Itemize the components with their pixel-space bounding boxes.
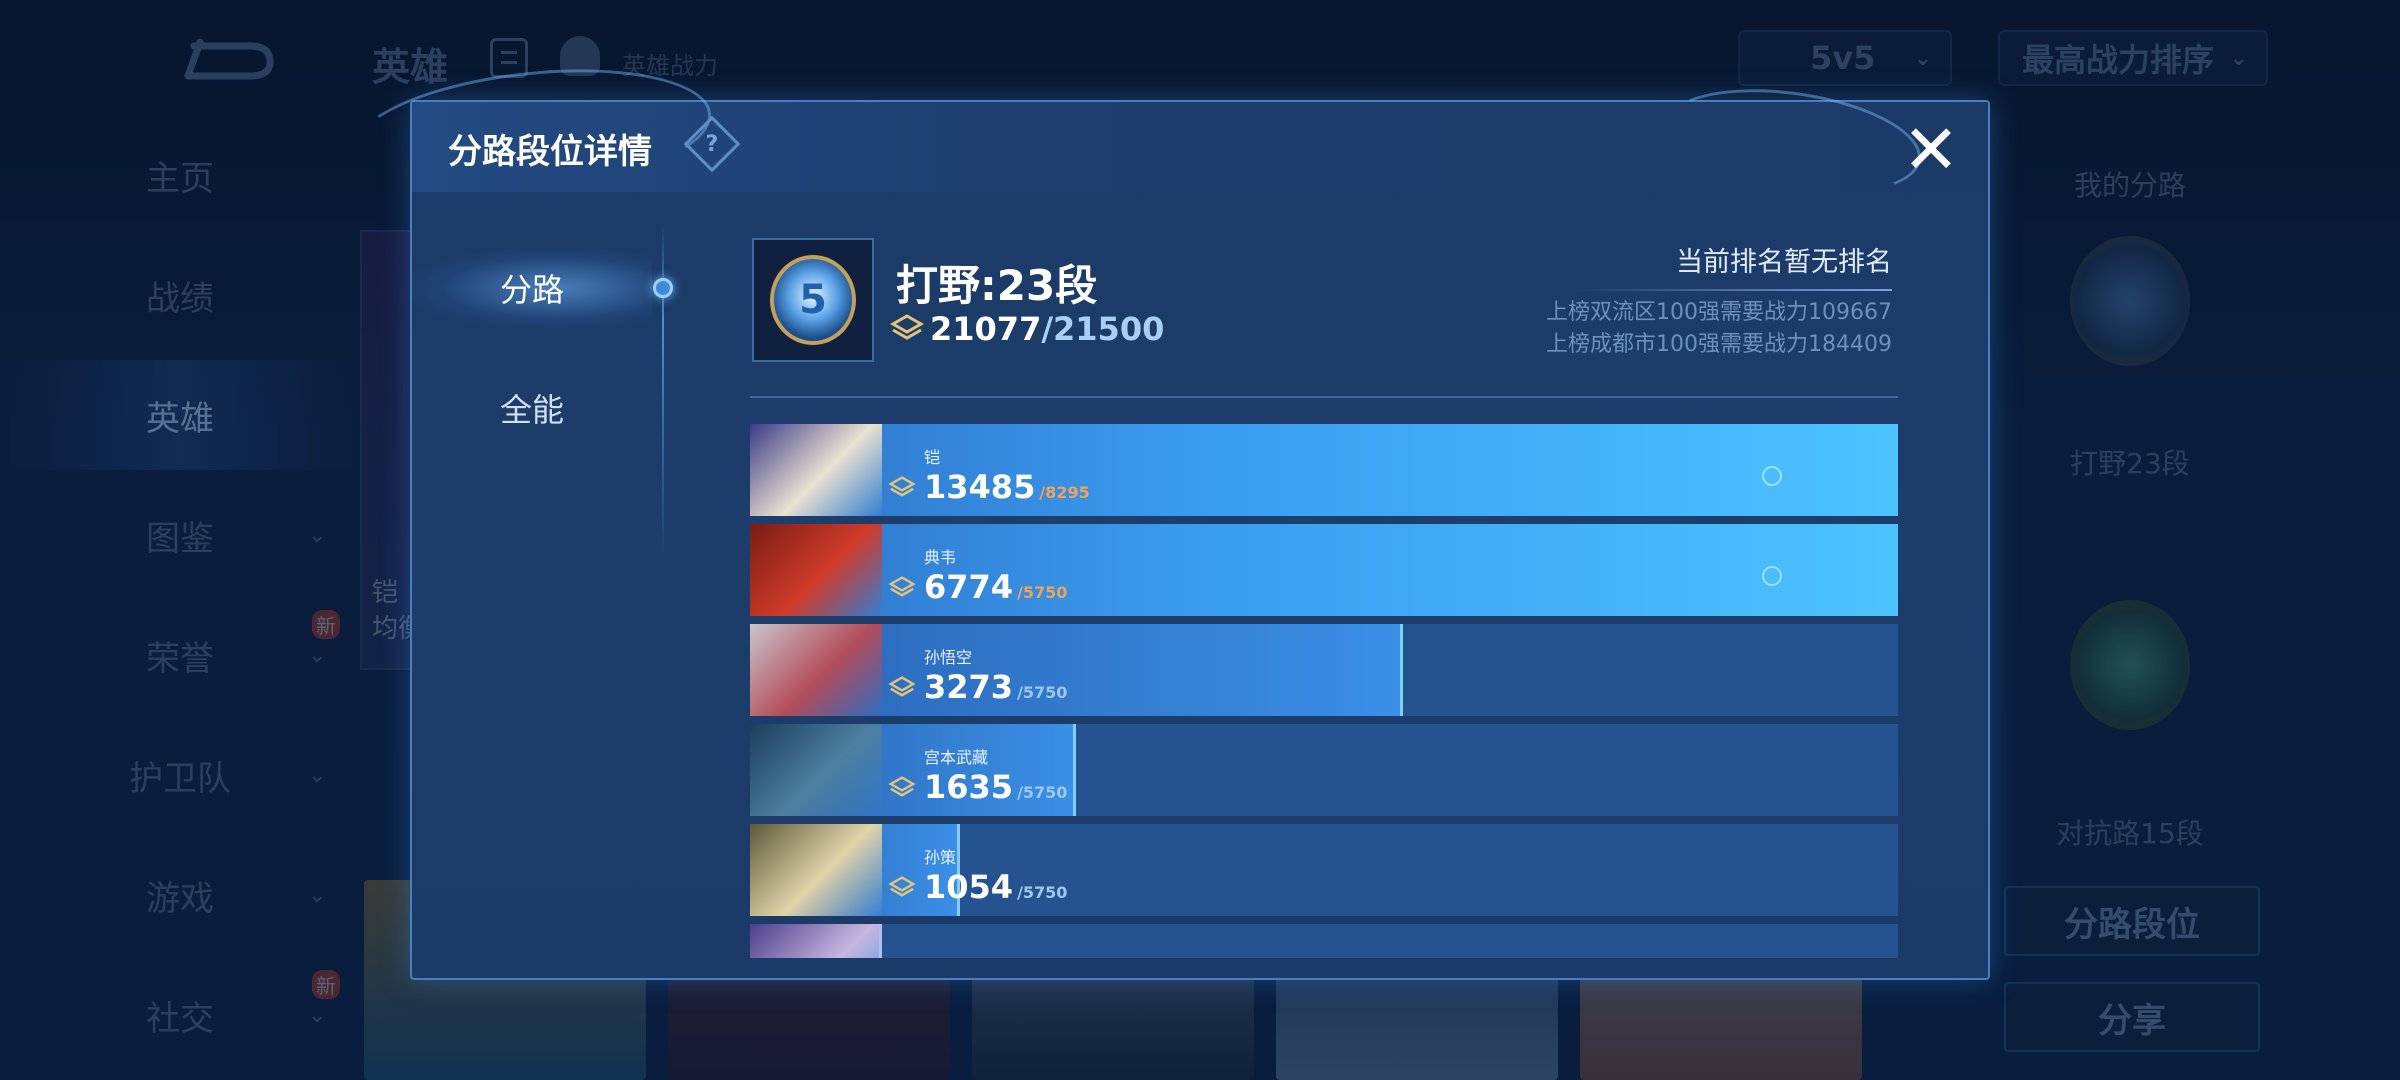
tab-rail — [662, 222, 664, 562]
hero-portrait — [750, 724, 882, 816]
hero-power-target: /5750 — [1017, 883, 1068, 902]
rank-divider — [1572, 289, 1892, 291]
modal-title: 分路段位详情 — [448, 132, 652, 172]
rank-status: 当前排名暂无排名 — [1676, 247, 1892, 278]
hero-portrait — [750, 524, 882, 616]
hero-power-list[interactable]: 铠 13485/8295 典韦 6774/5750 孙悟空 3273/5750 宫本武藏 16… — [750, 424, 1898, 958]
hero-name: 孙策 — [924, 848, 957, 867]
power-icon — [889, 314, 925, 344]
target-power: 21500 — [1053, 310, 1165, 348]
hero-power-value: 6774/5750 — [924, 568, 1068, 606]
rank-info: 当前排名暂无排名 上榜双流区100强需要战力109667 上榜成都市100强需要… — [1546, 240, 1892, 361]
tab-lane[interactable]: 分路 — [412, 248, 652, 328]
power-icon — [888, 676, 916, 700]
power-separator: / — [1041, 310, 1054, 348]
tab-list: 分路 全能 — [412, 232, 672, 572]
tab-indicator-dot — [653, 278, 673, 298]
hero-power-value: 1635/5750 — [924, 768, 1068, 806]
hero-portrait — [750, 624, 882, 716]
hero-portrait — [750, 824, 882, 916]
hero-row[interactable]: 宫本武藏 1635/5750 — [750, 724, 1898, 816]
bar-ring-decoration — [1762, 466, 1782, 486]
hero-row[interactable]: 孙悟空 3273/5750 — [750, 624, 1898, 716]
hero-portrait — [750, 924, 882, 958]
hero-power-target: /5750 — [1017, 583, 1068, 602]
tab-all-round[interactable]: 全能 — [412, 368, 652, 448]
lane-rank-title: 打野:23段 — [896, 261, 1098, 310]
hero-power-bar — [750, 524, 1898, 616]
modal-header: 分路段位详情 ? ✕ — [346, 53, 1988, 211]
hero-name: 宫本武藏 — [924, 748, 989, 767]
hero-name: 典韦 — [924, 548, 957, 567]
hero-row[interactable]: 孙策 1054/5750 — [750, 824, 1898, 916]
current-power: 21077 — [930, 310, 1042, 348]
hero-row[interactable]: 铠 13485/8295 — [750, 424, 1898, 516]
hero-row[interactable] — [750, 924, 1898, 958]
power-icon — [888, 476, 916, 500]
hero-power-target: /5750 — [1017, 783, 1068, 802]
power-icon — [888, 776, 916, 800]
district-requirement: 上榜双流区100强需要战力109667 — [1546, 300, 1892, 325]
hero-row[interactable]: 典韦 6774/5750 — [750, 524, 1898, 616]
hero-portrait — [750, 424, 882, 516]
lane-rank-modal: 分路段位详情 ? ✕ 分路 全能 5 打野:23段 21077 / 21500 … — [346, 53, 1990, 980]
hero-power-bar — [750, 424, 1898, 516]
lane-power: 21077 / 21500 — [889, 310, 1165, 348]
hero-power-value: 1054/5750 — [924, 868, 1068, 906]
hero-name: 孙悟空 — [924, 648, 973, 667]
close-icon[interactable]: ✕ — [1896, 116, 1966, 186]
hero-power-value: 13485/8295 — [924, 468, 1090, 506]
hero-name: 铠 — [924, 448, 941, 467]
power-icon — [888, 876, 916, 900]
hero-power-target: /8295 — [1039, 483, 1090, 502]
city-requirement: 上榜成都市100强需要战力184409 — [1546, 332, 1892, 357]
lane-emblem-frame: 5 — [752, 238, 874, 362]
hero-power-value: 3273/5750 — [924, 668, 1068, 706]
hero-power-target: /5750 — [1017, 683, 1068, 702]
power-icon — [888, 576, 916, 600]
section-divider — [750, 396, 1898, 398]
bar-ring-decoration — [1762, 566, 1782, 586]
jungle-rank-emblem-icon: 5 — [770, 255, 856, 345]
